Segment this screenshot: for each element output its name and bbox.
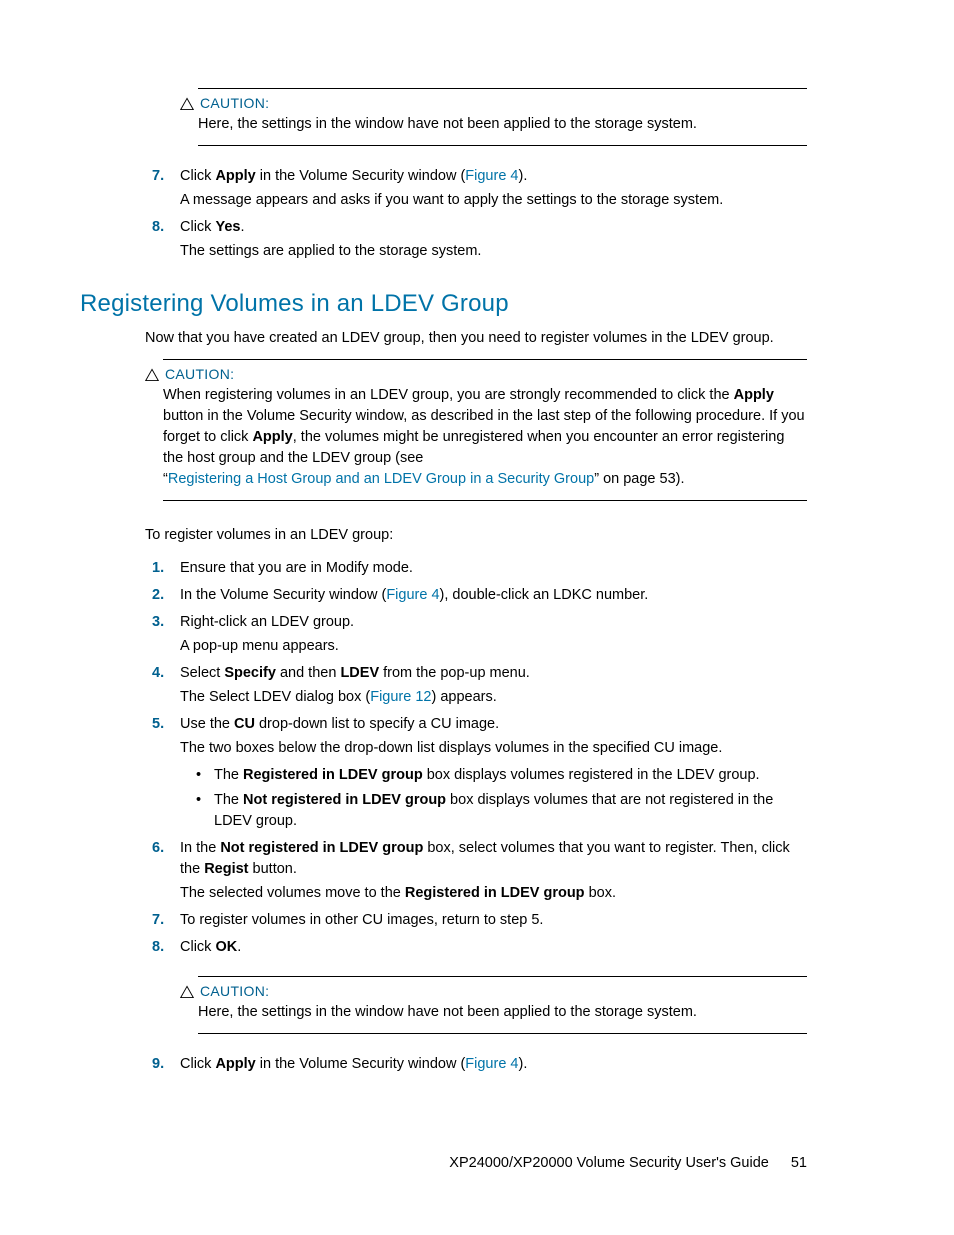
bullet-item: The Not registered in LDEV group box dis… xyxy=(196,790,807,832)
figure-link[interactable]: Figure 4 xyxy=(465,168,518,184)
step-number: 8. xyxy=(152,217,164,238)
step-7: 7. Click Apply in the Volume Security wi… xyxy=(152,166,807,211)
step-number: 7. xyxy=(152,166,164,187)
step-text: To register volumes in other CU images, … xyxy=(180,912,543,928)
step-text: Use the CU drop-down list to specify a C… xyxy=(180,716,499,732)
step-6: 6. In the Not registered in LDEV group b… xyxy=(152,838,807,904)
step-body: The settings are applied to the storage … xyxy=(180,241,807,262)
caution-triangle-icon xyxy=(145,368,159,382)
caution-label: CAUTION: xyxy=(200,983,269,999)
step-text: Click Yes. xyxy=(180,219,244,235)
step-text: In the Volume Security window (Figure 4)… xyxy=(180,587,648,603)
step-number: 1. xyxy=(152,558,164,579)
step-text: Click OK. xyxy=(180,939,241,955)
cross-reference-link[interactable]: Registering a Host Group and an LDEV Gro… xyxy=(168,471,594,487)
caution-body: Here, the settings in the window have no… xyxy=(198,1002,807,1023)
step-text: Select Specify and then LDEV from the po… xyxy=(180,665,530,681)
figure-link[interactable]: Figure 4 xyxy=(465,1056,518,1072)
step-text: Right-click an LDEV group. xyxy=(180,614,354,630)
step-number: 3. xyxy=(152,612,164,633)
step-text: In the Not registered in LDEV group box,… xyxy=(180,840,790,877)
step-list-prior: 7. Click Apply in the Volume Security wi… xyxy=(152,166,807,262)
step-text: Ensure that you are in Modify mode. xyxy=(180,560,413,576)
step-number: 9. xyxy=(152,1054,164,1075)
step-5: 5. Use the CU drop-down list to specify … xyxy=(152,714,807,832)
caution-body: Here, the settings in the window have no… xyxy=(198,114,807,135)
bullet-list: The Registered in LDEV group box display… xyxy=(196,765,807,832)
step-8: 8. Click OK. xyxy=(152,937,807,958)
caution-triangle-icon xyxy=(180,97,194,111)
caution-label: CAUTION: xyxy=(165,366,234,382)
step-3: 3. Right-click an LDEV group. A pop-up m… xyxy=(152,612,807,657)
step-number: 7. xyxy=(152,910,164,931)
footer-title: XP24000/XP20000 Volume Security User's G… xyxy=(449,1155,769,1171)
step-body: The two boxes below the drop-down list d… xyxy=(180,738,807,759)
document-page: CAUTION: Here, the settings in the windo… xyxy=(0,0,954,1231)
figure-link[interactable]: Figure 12 xyxy=(370,689,431,705)
caution-label: CAUTION: xyxy=(200,95,269,111)
step-body: A pop-up menu appears. xyxy=(180,636,807,657)
step-text: Click Apply in the Volume Security windo… xyxy=(180,1056,527,1072)
caution-box: CAUTION: Here, the settings in the windo… xyxy=(180,88,807,146)
step-number: 4. xyxy=(152,663,164,684)
step-number: 2. xyxy=(152,585,164,606)
step-9: 9. Click Apply in the Volume Security wi… xyxy=(152,1054,807,1075)
step-4: 4. Select Specify and then LDEV from the… xyxy=(152,663,807,708)
step-body: The Select LDEV dialog box (Figure 12) a… xyxy=(180,687,807,708)
figure-link[interactable]: Figure 4 xyxy=(386,587,439,603)
step-body: A message appears and asks if you want t… xyxy=(180,190,807,211)
page-number: 51 xyxy=(791,1155,807,1171)
step-number: 6. xyxy=(152,838,164,859)
section-heading: Registering Volumes in an LDEV Group xyxy=(80,290,807,318)
caution-body: When registering volumes in an LDEV grou… xyxy=(163,385,807,490)
step-list-continued: 9. Click Apply in the Volume Security wi… xyxy=(152,1054,807,1075)
step-text: Click Apply in the Volume Security windo… xyxy=(180,168,527,184)
step-list-main: 1. Ensure that you are in Modify mode. 2… xyxy=(152,558,807,958)
step-8: 8. Click Yes. The settings are applied t… xyxy=(152,217,807,262)
step-body: The selected volumes move to the Registe… xyxy=(180,883,807,904)
bullet-item: The Registered in LDEV group box display… xyxy=(196,765,807,786)
caution-box: CAUTION: Here, the settings in the windo… xyxy=(180,976,807,1034)
section-intro: Now that you have created an LDEV group,… xyxy=(145,328,807,349)
caution-box: CAUTION: When registering volumes in an … xyxy=(145,359,807,501)
caution-triangle-icon xyxy=(180,985,194,999)
step-2: 2. In the Volume Security window (Figure… xyxy=(152,585,807,606)
step-1: 1. Ensure that you are in Modify mode. xyxy=(152,558,807,579)
procedure-lead: To register volumes in an LDEV group: xyxy=(145,525,807,546)
step-number: 8. xyxy=(152,937,164,958)
step-number: 5. xyxy=(152,714,164,735)
step-7: 7. To register volumes in other CU image… xyxy=(152,910,807,931)
page-footer: XP24000/XP20000 Volume Security User's G… xyxy=(80,1155,807,1171)
